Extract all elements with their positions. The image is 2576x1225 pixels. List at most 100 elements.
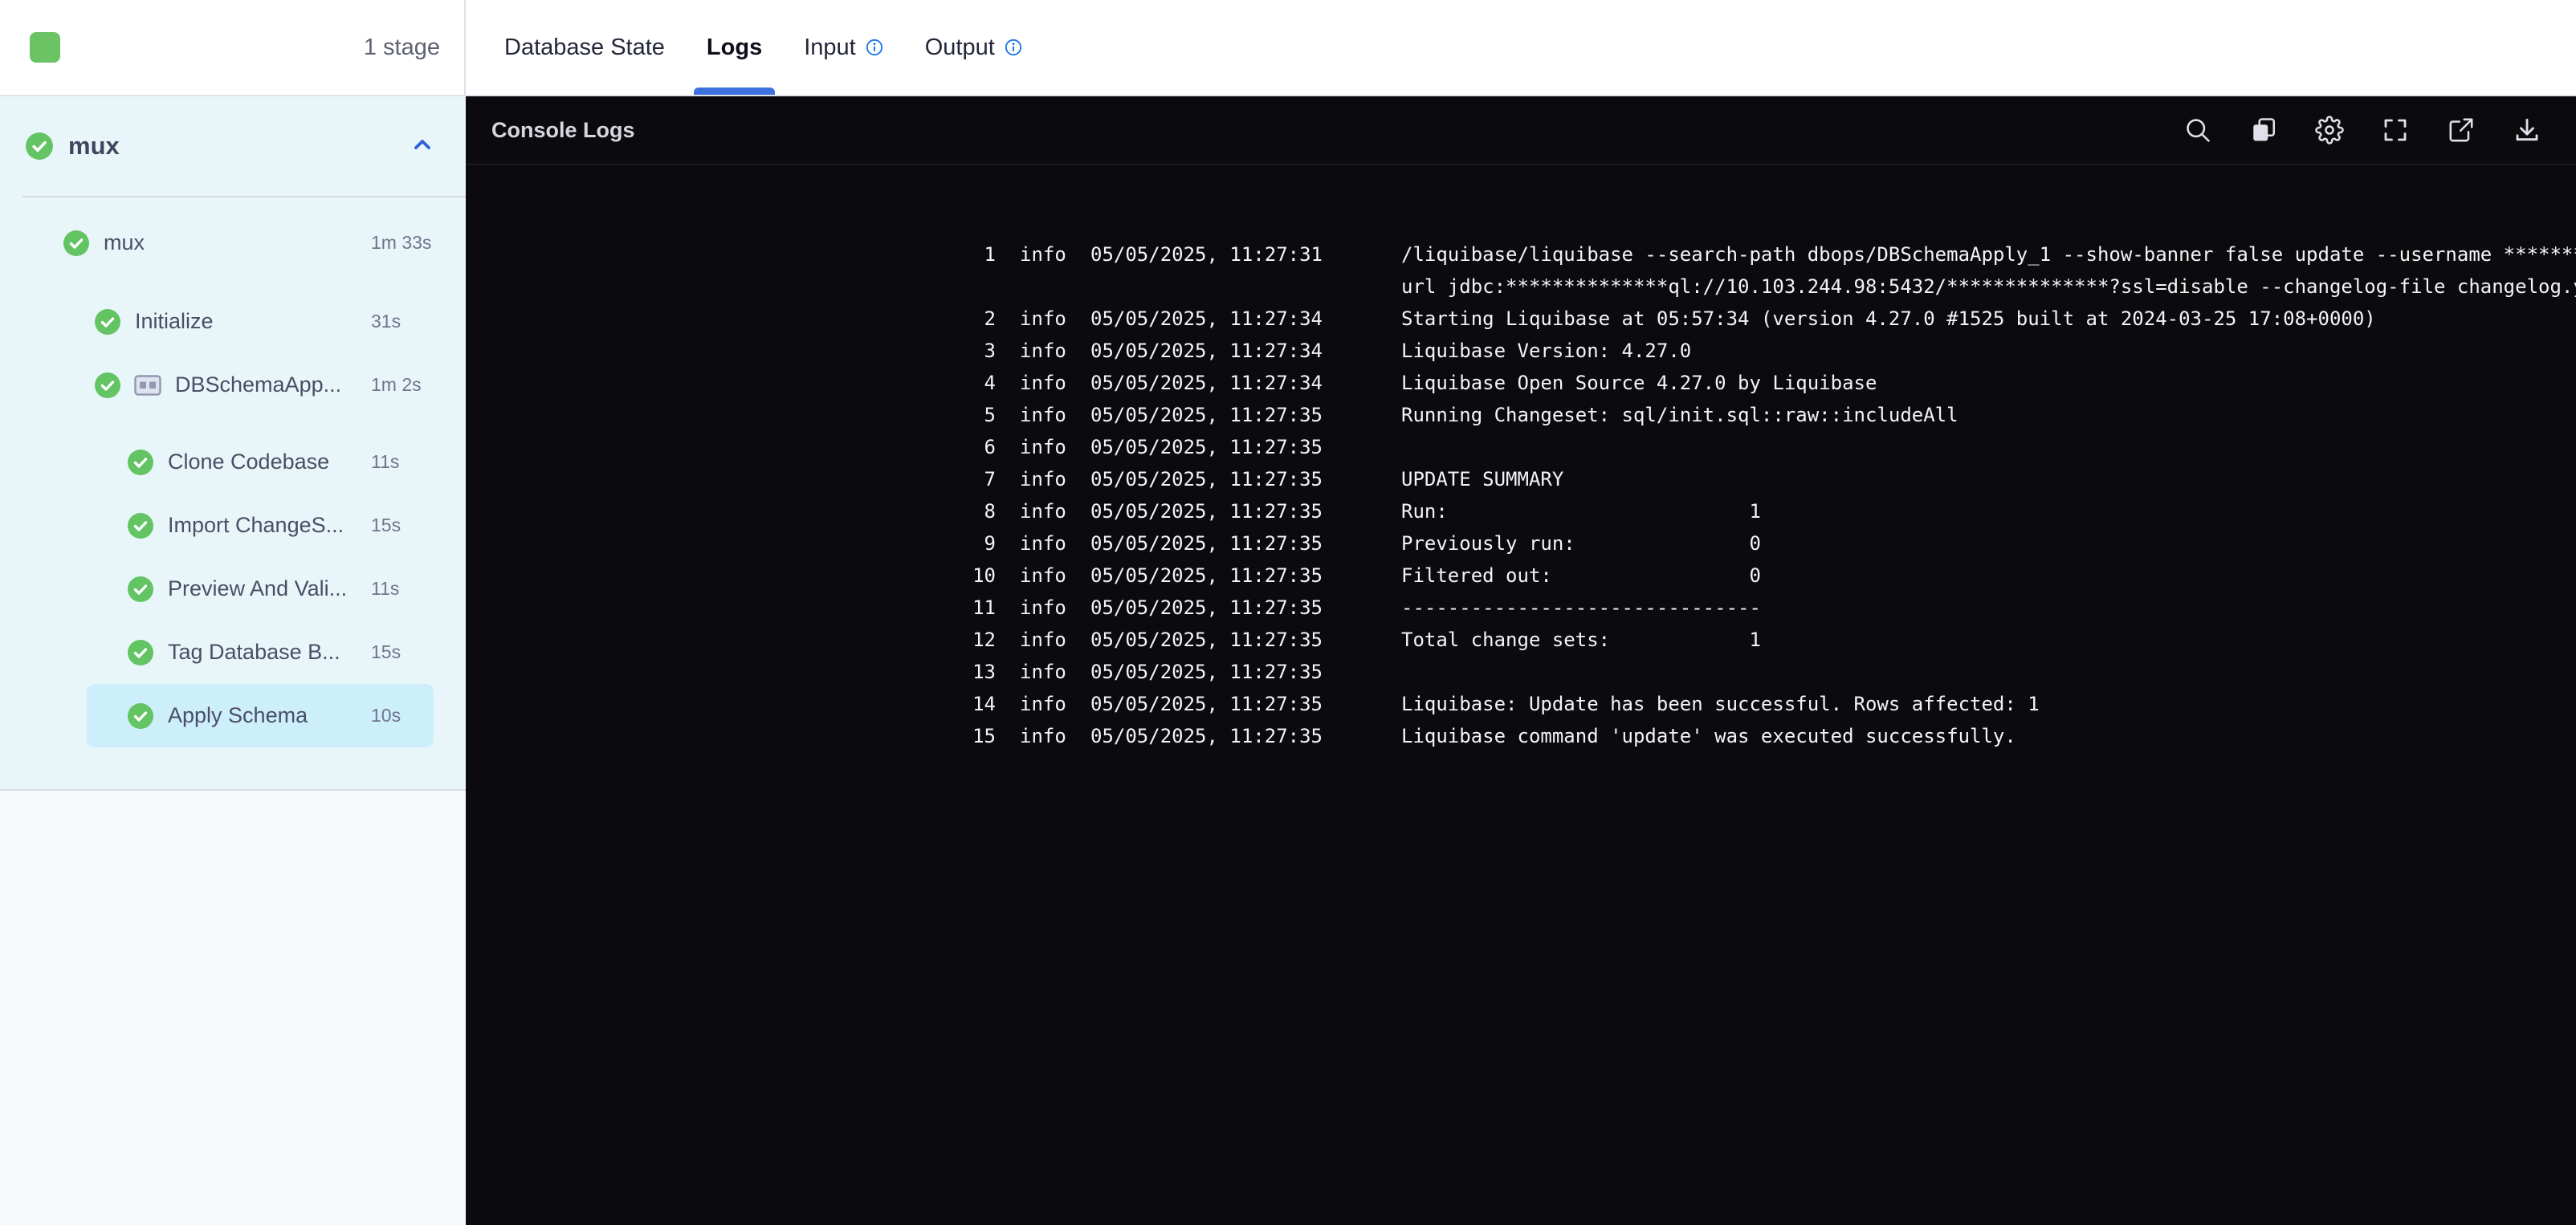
tab-bar: Database State Logs Input Output [504,0,1022,95]
step-label: mux [104,230,145,254]
log-message: Running Changeset: sql/init.sql::raw::in… [1401,404,1958,426]
log-timestamp: 05/05/2025, 11:27:35 [1090,661,1323,683]
chevron-up-icon[interactable] [410,132,435,161]
step-group-icon [134,374,161,396]
step-tree: mux 1m 33s Initialize 31s DBSchemaApp...… [0,197,466,747]
log-line: 13 info 05/05/2025, 11:27:35 [466,656,2544,688]
info-icon[interactable] [866,39,883,56]
log-timestamp: 05/05/2025, 11:27:34 [1090,372,1323,394]
stage-name: mux [68,132,120,160]
stage-tree-panel: mux mux 1m 33s Initialize 31s DBSchemaAp… [0,96,466,791]
log-timestamp: 05/05/2025, 11:27:35 [1090,693,1323,715]
tab-logs[interactable]: Logs [693,0,776,95]
step-row-tag-database-b[interactable]: Tag Database B... 15s [0,621,466,684]
log-level: info [1020,340,1066,362]
log-timestamp: 05/05/2025, 11:27:35 [1090,564,1323,587]
log-message: ------------------------------- [1401,596,1761,619]
step-duration: 10s [371,705,401,726]
log-line-number: 12 [972,629,996,651]
stage-header-mux[interactable]: mux [0,96,466,196]
fullscreen-icon[interactable] [2380,115,2411,145]
pipeline-execution-page: 1 stage Database State Logs Input Output [0,0,2576,1225]
log-line-number: 4 [984,372,996,394]
success-check-icon [94,308,121,336]
log-message: Liquibase command 'update' was executed … [1401,725,2016,747]
step-label: Initialize [135,309,214,333]
log-level: info [1020,693,1066,715]
log-line: 8 info 05/05/2025, 11:27:35 Run: 1 [466,495,2544,527]
console-title: Console Logs [491,117,635,142]
step-duration: 15s [371,515,401,535]
log-timestamp: 05/05/2025, 11:27:35 [1090,436,1323,458]
log-level: info [1020,725,1066,747]
top-bar: 1 stage Database State Logs Input Output [0,0,2576,96]
tab-label: Input [804,34,856,60]
log-line-number: 1 [984,243,996,266]
log-line: 11 info 05/05/2025, 11:27:35 -----------… [466,592,2544,624]
console-header: Console Logs [466,96,2576,165]
log-level: info [1020,243,1066,266]
step-label: Preview And Vali... [168,576,348,600]
step-row-mux[interactable]: mux 1m 33s [0,211,466,275]
log-line: 3 info 05/05/2025, 11:27:34 Liquibase Ve… [466,335,2544,367]
log-level: info [1020,436,1066,458]
console-log-area: 1 info 05/05/2025, 11:27:31 /liquibase/l… [466,165,2576,752]
log-line: 12 info 05/05/2025, 11:27:35 Total chang… [466,624,2544,656]
step-label: DBSchemaApp... [175,372,342,397]
download-icon[interactable] [2512,115,2542,145]
log-line-number: 2 [984,307,996,330]
log-message: Liquibase Open Source 4.27.0 by Liquibas… [1401,372,1877,394]
step-duration: 1m 2s [371,374,422,395]
settings-gear-icon[interactable] [2314,115,2345,145]
step-duration: 15s [371,641,401,662]
log-line: 15 info 05/05/2025, 11:27:35 Liquibase c… [466,720,2544,752]
success-check-icon [63,230,90,257]
success-check-icon [127,449,154,476]
log-line-number: 6 [984,436,996,458]
success-check-icon [25,132,54,161]
step-row-preview-and-vali[interactable]: Preview And Vali... 11s [0,557,466,621]
log-timestamp: 05/05/2025, 11:27:35 [1090,500,1323,523]
log-timestamp: 05/05/2025, 11:27:35 [1090,404,1323,426]
open-in-new-icon[interactable] [2446,115,2476,145]
log-level: info [1020,404,1066,426]
log-timestamp: 05/05/2025, 11:27:35 [1090,725,1323,747]
step-row-initialize[interactable]: Initialize 31s [0,290,466,353]
copy-icon[interactable] [2248,115,2279,145]
log-line-number: 14 [972,693,996,715]
log-level: info [1020,500,1066,523]
console-panel: Console Logs 1 info 05/05/2025, 11:27:31… [466,96,2576,1225]
log-line-number: 5 [984,404,996,426]
log-line-number: 3 [984,340,996,362]
log-line: 6 info 05/05/2025, 11:27:35 [466,431,2544,463]
log-level: info [1020,307,1066,330]
log-timestamp: 05/05/2025, 11:27:35 [1090,629,1323,651]
tab-database-state[interactable]: Database State [504,0,665,95]
search-icon[interactable] [2183,115,2213,145]
log-message: Liquibase Version: 4.27.0 [1401,340,1692,362]
log-level: info [1020,596,1066,619]
stage-summary: 1 stage [0,0,466,95]
tab-output[interactable]: Output [925,0,1022,95]
step-row-import-changes[interactable]: Import ChangeS... 15s [0,494,466,557]
log-timestamp: 05/05/2025, 11:27:35 [1090,532,1323,555]
step-duration: 31s [371,311,401,332]
log-message: /liquibase/liquibase --search-path dbops… [1401,243,2576,298]
log-line-number: 9 [984,532,996,555]
log-level: info [1020,661,1066,683]
step-duration: 11s [371,578,400,599]
log-line-number: 11 [972,596,996,619]
log-line: 7 info 05/05/2025, 11:27:35 UPDATE SUMMA… [466,463,2544,495]
step-row-dbschemaapp[interactable]: DBSchemaApp... 1m 2s [0,353,466,417]
log-line-number: 15 [972,725,996,747]
step-row-apply-schema[interactable]: Apply Schema 10s [87,684,434,747]
success-check-icon [127,702,154,730]
step-label: Apply Schema [168,703,308,727]
step-row-clone-codebase[interactable]: Clone Codebase 11s [0,430,466,494]
log-line-number: 8 [984,500,996,523]
log-level: info [1020,372,1066,394]
info-icon[interactable] [1005,39,1022,56]
tab-label: Database State [504,34,665,60]
tab-input[interactable]: Input [804,0,883,95]
log-timestamp: 05/05/2025, 11:27:35 [1090,468,1323,490]
